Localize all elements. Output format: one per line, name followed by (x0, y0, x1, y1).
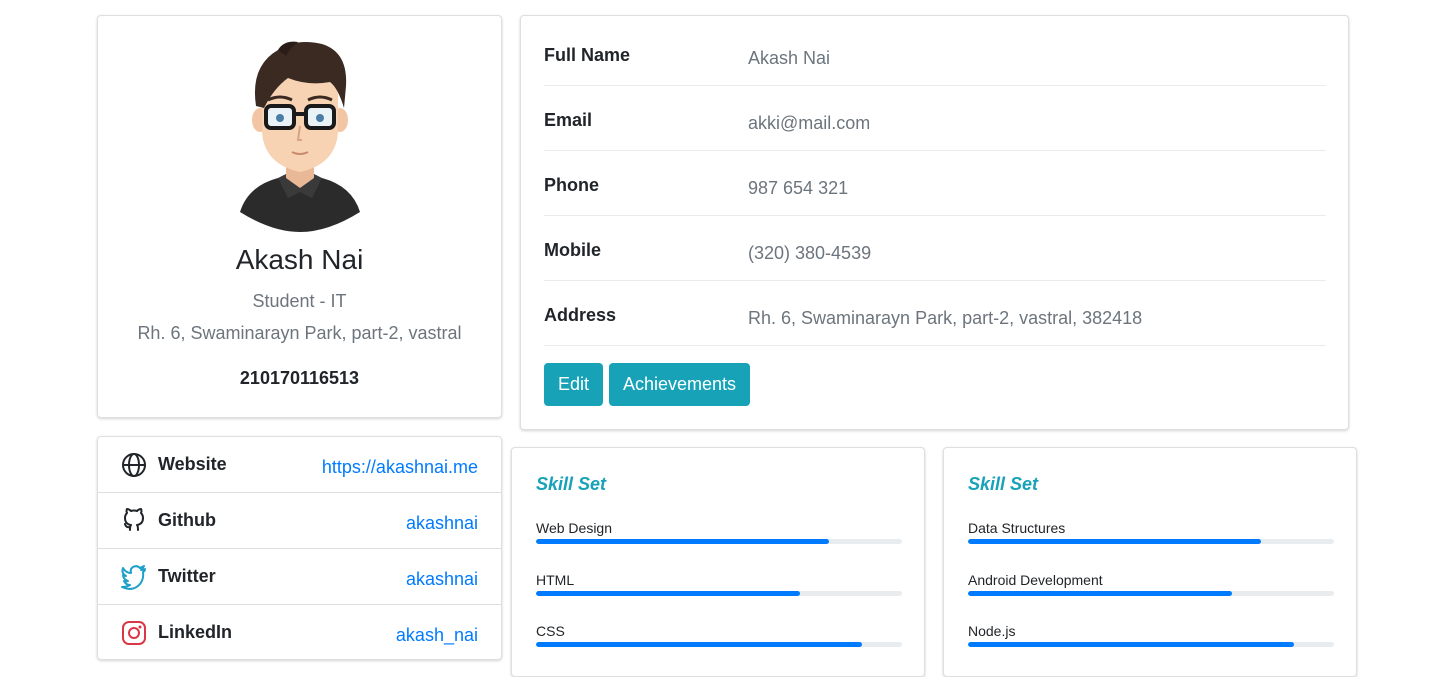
skill-set-title: Skill Set (968, 474, 1039, 494)
skill-progress-bar (536, 591, 902, 596)
skill-progress-bar (968, 591, 1334, 596)
skill-name: Web Design (536, 520, 613, 536)
social-links-card: Website https://akashnai.me Github akash… (97, 436, 502, 660)
profile-id: 210170116513 (239, 368, 360, 388)
detail-row-phone: Phone 987 654 321 (544, 151, 1326, 216)
skill-item: Node.js (968, 623, 1334, 663)
linkedin-link[interactable]: akash_nai (396, 625, 478, 646)
edit-button[interactable]: Edit (544, 363, 604, 406)
skill-name: HTML (536, 572, 575, 588)
twitter-link[interactable]: akashnai (406, 569, 478, 590)
achievements-button[interactable]: Achievements (609, 363, 751, 406)
skill-set-card: Skill Set Data Structures Android Develo… (943, 447, 1357, 677)
detail-label: Phone (544, 175, 600, 195)
skill-name: Android Development (968, 572, 1103, 588)
skill-progress-fill (968, 642, 1294, 647)
avatar (238, 36, 362, 232)
twitter-icon (121, 565, 146, 590)
avatar-illustration (240, 41, 360, 232)
social-label: Github (158, 510, 216, 530)
skill-progress-bar (968, 539, 1334, 544)
detail-value: Akash Nai (748, 48, 831, 68)
detail-row-email: Email akki@mail.com (544, 86, 1326, 151)
detail-row-mobile: Mobile (320) 380-4539 (544, 216, 1326, 281)
skill-name: Node.js (968, 623, 1016, 639)
skill-progress-fill (536, 591, 800, 596)
github-link[interactable]: akashnai (406, 513, 478, 534)
detail-value: (320) 380-4539 (748, 243, 872, 263)
detail-label: Mobile (544, 240, 601, 260)
instagram-icon (122, 621, 146, 645)
profile-role: Student - IT (252, 291, 347, 311)
detail-label: Full Name (544, 45, 631, 65)
skill-set-title: Skill Set (536, 474, 607, 494)
social-label: Twitter (158, 566, 216, 586)
social-row-twitter: Twitter akashnai (98, 549, 501, 605)
skill-progress-fill (968, 539, 1261, 544)
skill-item: HTML (536, 572, 902, 612)
skill-name: Data Structures (968, 520, 1066, 536)
detail-value: 987 654 321 (748, 178, 849, 198)
github-icon (124, 508, 144, 531)
skill-progress-fill (536, 642, 862, 647)
detail-label: Email (544, 110, 593, 130)
profile-address: Rh. 6, Swaminarayn Park, part-2, vastral (137, 323, 462, 343)
social-label: LinkedIn (158, 622, 233, 642)
detail-label: Address (544, 305, 617, 325)
skill-progress-bar (536, 539, 902, 544)
skill-progress-fill (968, 591, 1232, 596)
skill-set-card: Skill Set Web Design HTML CSS (511, 447, 925, 677)
detail-value: Rh. 6, Swaminarayn Park, part-2, vastral… (748, 308, 1143, 328)
detail-row-address: Address Rh. 6, Swaminarayn Park, part-2,… (544, 281, 1326, 346)
globe-icon (122, 453, 146, 477)
details-card: Full Name Akash Nai Email akki@mail.com … (520, 15, 1349, 430)
skill-progress-bar (968, 642, 1334, 647)
skill-item: CSS (536, 623, 902, 663)
social-row-linkedin: LinkedIn akash_nai (98, 605, 501, 661)
profile-card: Akash Nai Student - IT Rh. 6, Swaminaray… (97, 15, 502, 418)
skill-item: Data Structures (968, 520, 1334, 560)
profile-name: Akash Nai (235, 244, 364, 275)
detail-value: akki@mail.com (748, 113, 871, 133)
skill-item: Web Design (536, 520, 902, 560)
social-row-website: Website https://akashnai.me (98, 437, 501, 493)
social-row-github: Github akashnai (98, 493, 501, 549)
website-link[interactable]: https://akashnai.me (322, 457, 478, 478)
detail-row-full-name: Full Name Akash Nai (544, 21, 1326, 86)
skill-item: Android Development (968, 572, 1334, 612)
skill-progress-bar (536, 642, 902, 647)
social-label: Website (158, 454, 227, 474)
skill-progress-fill (536, 539, 829, 544)
skill-name: CSS (536, 623, 565, 639)
